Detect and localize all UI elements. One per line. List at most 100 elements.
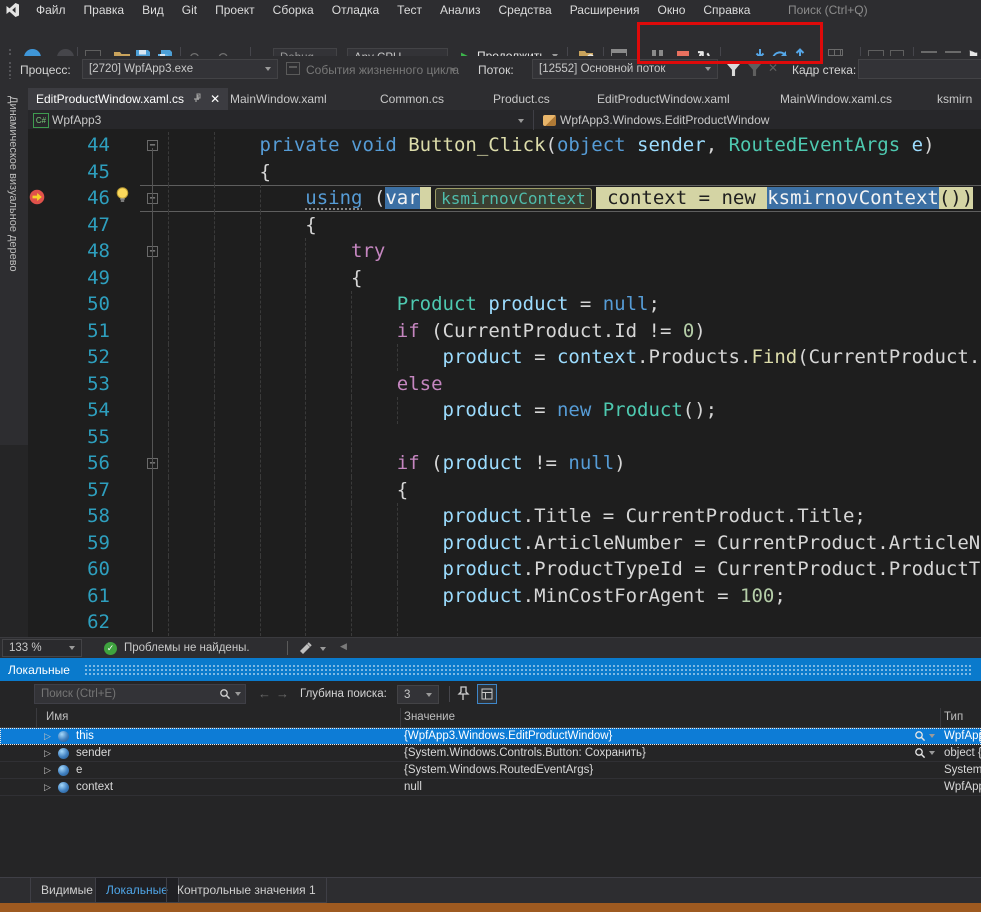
code-cleanup-dropdown[interactable] (320, 647, 326, 651)
menu-item-Анализ[interactable]: Анализ (431, 0, 490, 20)
code-token: { (260, 161, 271, 183)
variable-type: WpfApp (944, 779, 981, 795)
line-number[interactable]: 52 (50, 344, 110, 371)
pin-tab-icon[interactable] (192, 93, 202, 105)
line-number[interactable]: 54 (50, 397, 110, 424)
magnifier-visualizer-icon[interactable] (914, 730, 935, 742)
indent-guide (351, 477, 352, 504)
class-icon (543, 115, 556, 126)
tab-EditProductWindow.xaml[interactable]: EditProductWindow.xaml (597, 88, 730, 110)
locals-table-header[interactable]: Имя Значение Тип (0, 708, 981, 728)
line-number[interactable]: 45 (50, 159, 110, 186)
search-prev-icon[interactable]: ← (258, 684, 271, 704)
menu-item-Отладка[interactable]: Отладка (323, 0, 388, 20)
menu-item-Средства[interactable]: Средства (490, 0, 561, 20)
thread-dropdown[interactable]: [12552] Основной поток (532, 59, 718, 79)
lightbulb-suggestion-icon[interactable] (114, 186, 131, 209)
toolbar-separator (449, 686, 450, 702)
bottom-tab-Видимые[interactable]: Видимые (30, 878, 104, 903)
line-number[interactable]: 58 (50, 503, 110, 530)
tab-Product.cs[interactable]: Product.cs (493, 88, 550, 110)
tab-Common.cs[interactable]: Common.cs (380, 88, 444, 110)
menu-item-Git[interactable]: Git (173, 0, 206, 20)
column-type[interactable]: Тип (944, 708, 963, 727)
expand-arrow-icon[interactable]: ▷ (44, 762, 51, 779)
menu-item-Сборка[interactable]: Сборка (264, 0, 323, 20)
code-token: Find (751, 346, 797, 368)
process-dropdown[interactable]: [2720] WpfApp3.exe (82, 59, 278, 79)
locals-window-titlebar[interactable]: Локальные (0, 658, 981, 681)
breakpoint-current-statement-icon[interactable] (29, 189, 45, 210)
line-number[interactable]: 56 (50, 450, 110, 477)
tab-dynamic-visual-tree[interactable]: Динамическое визуальное дерево (0, 88, 28, 445)
expand-arrow-icon[interactable]: ▷ (44, 745, 51, 762)
filter-flagged-icon[interactable] (748, 64, 761, 76)
magnifier-visualizer-icon[interactable] (914, 747, 935, 759)
line-number[interactable]: 62 (50, 609, 110, 636)
code-token: product (443, 532, 523, 554)
bottom-tab-Контрольные значения 1[interactable]: Контрольные значения 1 (166, 878, 327, 903)
line-number[interactable]: 50 (50, 291, 110, 318)
menu-item-Справка[interactable]: Справка (694, 0, 759, 20)
code-cleanup-brush-icon[interactable] (299, 642, 313, 655)
tab-editproductwindow-xaml-cs[interactable]: EditProductWindow.xaml.cs ✕ (28, 88, 228, 110)
line-number[interactable]: 61 (50, 583, 110, 610)
toolbar-grip[interactable] (8, 61, 12, 79)
project-dropdown[interactable]: WpfApp3 (52, 110, 101, 130)
locals-row-sender[interactable]: ▷sender{System.Windows.Controls.Button: … (0, 745, 981, 762)
lifecycle-events-button[interactable]: События жизненного цикла (306, 56, 459, 84)
code-token: . (523, 505, 534, 527)
clear-filter-icon[interactable]: ✕ (768, 61, 778, 75)
line-number[interactable]: 60 (50, 556, 110, 583)
line-number[interactable]: 49 (50, 265, 110, 292)
menu-item-Окно[interactable]: Окно (648, 0, 694, 20)
indent-guide (214, 397, 215, 424)
menu-item-Расширения[interactable]: Расширения (561, 0, 649, 20)
menu-item-Файл[interactable]: Файл (27, 0, 75, 20)
search-icon[interactable] (219, 688, 231, 700)
tab-ksmirn[interactable]: ksmirn (937, 88, 972, 110)
locals-search-box[interactable] (34, 684, 246, 704)
show-visualizer-toggle[interactable] (477, 684, 497, 704)
filter-threads-icon[interactable] (727, 64, 740, 76)
quick-search-box[interactable]: Поиск (Ctrl+Q) (788, 0, 868, 20)
search-depth-dropdown[interactable]: 3 (397, 685, 439, 704)
code-token: . (786, 505, 797, 527)
close-tab-icon[interactable]: ✕ (210, 93, 220, 105)
line-number[interactable]: 51 (50, 318, 110, 345)
expand-arrow-icon[interactable]: ▷ (44, 728, 51, 745)
code-token: = (683, 558, 717, 580)
indent-guide (260, 318, 261, 345)
column-value[interactable]: Значение (404, 708, 455, 727)
menu-item-Проект[interactable]: Проект (206, 0, 264, 20)
line-number[interactable]: 55 (50, 424, 110, 451)
expand-arrow-icon[interactable]: ▷ (44, 779, 51, 796)
locals-search-input[interactable] (35, 688, 219, 700)
menu-item-Тест[interactable]: Тест (388, 0, 431, 20)
line-number[interactable]: 48 (50, 238, 110, 265)
menu-item-Вид[interactable]: Вид (133, 0, 173, 20)
pin-values-icon[interactable] (456, 686, 470, 701)
locals-row-e[interactable]: ▷e{System.Windows.RoutedEventArgs}System… (0, 762, 981, 779)
column-name[interactable]: Имя (46, 708, 68, 727)
locals-row-context[interactable]: ▷contextnullWpfApp (0, 779, 981, 796)
zoom-dropdown[interactable]: 133 % (2, 639, 82, 657)
stack-frame-dropdown[interactable] (858, 59, 981, 79)
line-number[interactable]: 46 (50, 185, 110, 212)
menu-item-Правка[interactable]: Правка (75, 0, 134, 20)
search-options-dropdown[interactable] (235, 692, 241, 696)
line-number[interactable]: 44 (50, 132, 110, 159)
project-dropdown-icon[interactable] (518, 119, 524, 123)
search-next-icon[interactable]: → (276, 684, 289, 704)
tab-MainWindow.xaml[interactable]: MainWindow.xaml (230, 88, 327, 110)
scroll-left-icon[interactable]: ◀ (340, 641, 347, 652)
class-dropdown[interactable]: WpfApp3.Windows.EditProductWindow (560, 110, 769, 130)
tab-MainWindow.xaml.cs[interactable]: MainWindow.xaml.cs (780, 88, 892, 110)
line-number[interactable]: 53 (50, 371, 110, 398)
indent-guide (260, 556, 261, 583)
line-number[interactable]: 57 (50, 477, 110, 504)
line-number[interactable]: 47 (50, 212, 110, 239)
locals-row-this[interactable]: ▷this{WpfApp3.Windows.EditProductWindow}… (0, 728, 981, 745)
code-editor[interactable]: 44private void Button_Click(object sende… (0, 130, 981, 637)
line-number[interactable]: 59 (50, 530, 110, 557)
